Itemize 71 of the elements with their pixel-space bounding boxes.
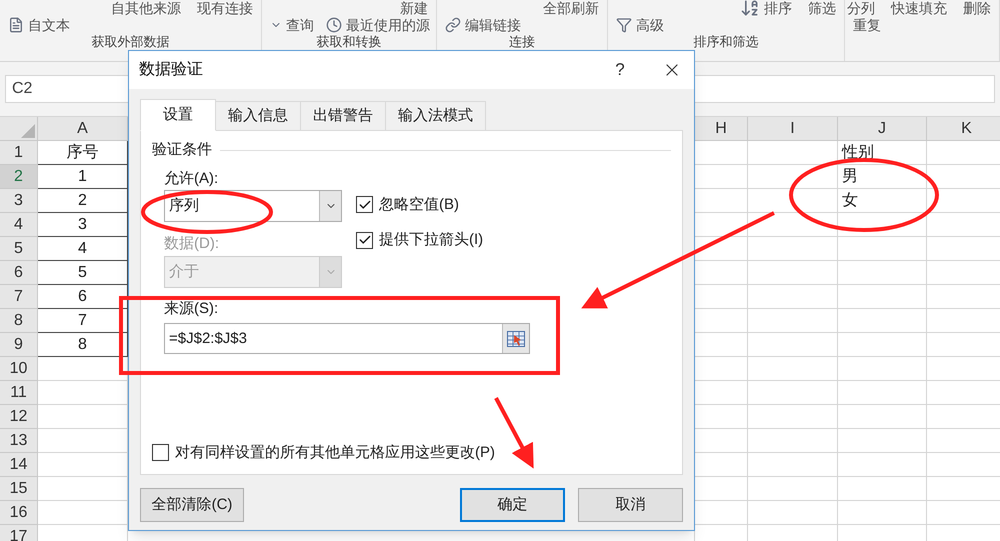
arrow bbox=[494, 397, 534, 469]
dialog-button[interactable]: 确定 bbox=[460, 488, 565, 522]
range-picker-icon[interactable] bbox=[507, 330, 525, 346]
row-header[interactable]: 13 bbox=[0, 429, 38, 453]
row-header[interactable]: 3 bbox=[0, 189, 38, 213]
source-field[interactable]: =$J$2:$J$3 bbox=[164, 323, 530, 354]
ribbon-button[interactable]: 自其他来源 bbox=[111, 0, 181, 16]
ribbon-button[interactable]: 全部刷新 bbox=[543, 0, 599, 16]
row-header[interactable]: 4 bbox=[0, 213, 38, 237]
ribbon-button[interactable]: 分列 bbox=[847, 0, 875, 16]
row-header[interactable]: 15 bbox=[0, 477, 38, 501]
ribbon-button[interactable]: 新建 bbox=[400, 0, 428, 16]
section-title: 验证条件 bbox=[152, 140, 212, 160]
ribbon-button[interactable]: 筛选 bbox=[808, 0, 836, 16]
ribbon-button[interactable]: 重复 bbox=[853, 17, 881, 33]
row-header[interactable]: 7 bbox=[0, 285, 38, 309]
field-label: 数据(D): bbox=[164, 234, 219, 254]
dialog-button[interactable]: 全部清除(C) bbox=[140, 488, 244, 522]
ribbon-button[interactable]: 快速填充 bbox=[891, 0, 947, 16]
clock-icon bbox=[326, 17, 342, 33]
ribbon-button[interactable]: 排序 bbox=[740, 0, 792, 16]
column-header[interactable]: K bbox=[927, 117, 1000, 141]
name-box[interactable]: C2 bbox=[5, 75, 131, 103]
table-cell: 性别 bbox=[838, 141, 927, 165]
row-header[interactable]: 12 bbox=[0, 405, 38, 429]
ribbon-button[interactable]: 最近使用的源 bbox=[326, 17, 430, 33]
checkbox[interactable] bbox=[152, 444, 169, 462]
row-header[interactable]: 5 bbox=[0, 237, 38, 261]
checkbox-label[interactable]: 忽略空值(B) bbox=[379, 194, 459, 216]
row-header[interactable]: 6 bbox=[0, 261, 38, 285]
group-label: 获取和转换 bbox=[316, 34, 382, 49]
group-label: 排序和筛选 bbox=[694, 34, 758, 49]
dialog-button[interactable]: 取消 bbox=[578, 488, 683, 522]
table-cell: 女 bbox=[838, 189, 927, 213]
tab[interactable]: 输入法模式 bbox=[386, 101, 486, 131]
checkbox-label[interactable]: 对有同样设置的所有其他单元格应用这些更改(P) bbox=[175, 442, 495, 464]
funnel-icon bbox=[616, 17, 632, 33]
column-header[interactable]: I bbox=[748, 117, 838, 141]
ribbon-button[interactable]: 高级 bbox=[616, 17, 664, 33]
table-cell: 男 bbox=[838, 165, 927, 189]
help-button[interactable]: ? bbox=[600, 57, 640, 83]
ribbon-button[interactable]: 现有连接 bbox=[197, 0, 253, 16]
row-header[interactable]: 8 bbox=[0, 309, 38, 333]
row-header[interactable]: 2 bbox=[0, 165, 38, 189]
row-header[interactable]: 16 bbox=[0, 501, 38, 525]
group-label: 获取外部数据 bbox=[92, 34, 170, 49]
row-header[interactable]: 9 bbox=[0, 333, 38, 357]
link-icon bbox=[445, 17, 461, 33]
document-icon bbox=[8, 17, 24, 33]
field-label: 来源(S): bbox=[164, 298, 218, 318]
row-header[interactable]: 1 bbox=[0, 141, 38, 165]
dropdown[interactable]: 序列 bbox=[164, 190, 342, 222]
field-label: 允许(A): bbox=[164, 168, 218, 188]
checkbox-label[interactable]: 提供下拉箭头(I) bbox=[379, 229, 484, 252]
row-header[interactable]: 11 bbox=[0, 381, 38, 405]
window-title: 数据验证 bbox=[139, 60, 204, 80]
checkbox[interactable] bbox=[356, 196, 373, 214]
row-header[interactable]: 17 bbox=[0, 525, 38, 541]
checkbox[interactable] bbox=[356, 232, 373, 249]
row-header[interactable]: 14 bbox=[0, 453, 38, 477]
column-header[interactable]: J bbox=[838, 117, 927, 141]
row-header[interactable]: 10 bbox=[0, 357, 38, 381]
ribbon-button[interactable]: 自文本 bbox=[8, 17, 70, 33]
sort-icon bbox=[740, 0, 760, 18]
tab[interactable]: 设置 bbox=[140, 99, 216, 131]
ribbon-button[interactable]: 编辑链接 bbox=[445, 17, 521, 33]
tab[interactable]: 出错警告 bbox=[301, 101, 386, 131]
ribbon-button[interactable]: 查询 bbox=[270, 17, 314, 33]
ribbon-button[interactable]: 删除 bbox=[963, 0, 991, 16]
group-label: 连接 bbox=[509, 34, 535, 49]
tab[interactable]: 输入信息 bbox=[216, 101, 301, 131]
